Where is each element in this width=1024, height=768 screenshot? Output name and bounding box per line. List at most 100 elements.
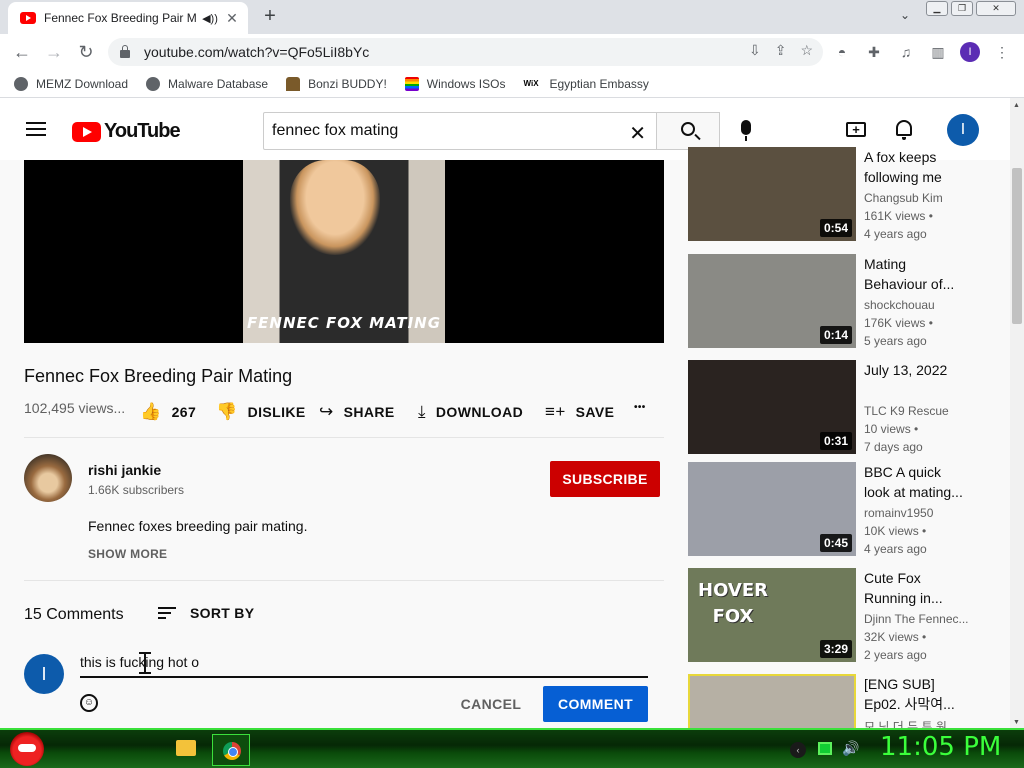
taskbar-clock[interactable]: 11:05 PM xyxy=(880,732,1001,762)
duration-badge: 0:54 xyxy=(819,219,852,237)
bookmark-memz[interactable]: MEMZ Download xyxy=(14,76,128,91)
share-page-icon[interactable]: ⇪ xyxy=(775,42,787,59)
share-label: SHARE xyxy=(343,404,395,420)
title-line: Cute Fox xyxy=(864,570,921,586)
bookmark-malware-database[interactable]: Malware Database xyxy=(146,76,268,91)
microphone-icon[interactable] xyxy=(741,120,751,141)
url-text: youtube.com/watch?v=QFo5LiI8bYc xyxy=(144,44,370,60)
title-line: following me xyxy=(864,169,942,185)
video-player[interactable]: FENNEC FOX MATING xyxy=(24,160,664,343)
browser-tab-strip: Fennec Fox Breeding Pair Ma ◀)) ✕ + ⌄ ▁ … xyxy=(0,0,1024,34)
download-button[interactable]: ⤓ DOWNLOAD xyxy=(418,402,523,422)
duration-badge: 0:45 xyxy=(819,534,852,552)
related-video-title[interactable]: [ENG SUB] Ep02. 사막여... xyxy=(864,674,974,714)
video-thumbnail[interactable]: 0:45 xyxy=(688,462,856,556)
lock-icon[interactable] xyxy=(120,45,130,58)
related-video-title[interactable]: Cute Fox Running in... xyxy=(864,568,974,608)
search-query-text: fennec fox mating xyxy=(272,122,399,139)
volume-icon[interactable]: 🔊 xyxy=(842,740,859,757)
video-thumbnail[interactable]: 0:31 xyxy=(688,360,856,454)
related-video-title[interactable]: Mating Behaviour of... xyxy=(864,254,974,294)
related-video-title[interactable]: A fox keeps following me xyxy=(864,147,974,187)
related-video-item[interactable]: 0:45 BBC A quick look at mating... romainv1… xyxy=(688,462,988,558)
related-video-age: 4 years ago xyxy=(864,542,927,556)
video-description: Fennec foxes breeding pair mating. xyxy=(88,518,308,534)
new-tab-button[interactable]: + xyxy=(258,4,282,28)
more-actions-icon[interactable]: ••• xyxy=(634,402,646,413)
extensions-puzzle-icon[interactable]: ✚ xyxy=(864,42,884,62)
browser-menu-icon[interactable]: ⋮ xyxy=(992,42,1012,62)
forward-arrow-icon[interactable]: → xyxy=(42,40,66,64)
extension-flag-icon[interactable]: ◓ xyxy=(832,42,852,62)
video-thumbnail[interactable]: 0:54 xyxy=(688,147,856,241)
clear-search-icon[interactable]: ✕ xyxy=(629,121,646,146)
related-video-item[interactable]: 0:31 July 13, 2022 TLC K9 Rescue 10 views •… xyxy=(688,360,988,456)
emoji-icon[interactable]: ☺ xyxy=(80,694,98,712)
create-video-icon[interactable]: + xyxy=(846,122,866,137)
video-thumbnail[interactable]: HOVER FOX 3:29 xyxy=(688,568,856,662)
browser-profile-avatar[interactable]: I xyxy=(960,42,980,62)
notifications-bell-icon[interactable] xyxy=(896,120,912,140)
page-scrollbar[interactable]: ▲ ▼ xyxy=(1010,98,1024,730)
wix-icon: WiX xyxy=(523,78,539,88)
view-count[interactable]: 102,495 views... xyxy=(24,400,125,416)
media-control-icon[interactable]: ♫ xyxy=(896,42,916,62)
reload-icon[interactable]: ↻ xyxy=(74,40,98,64)
subscribe-button[interactable]: SUBSCRIBE xyxy=(550,461,660,497)
network-icon[interactable] xyxy=(818,742,832,755)
search-button[interactable] xyxy=(656,112,720,150)
related-video-title[interactable]: July 13, 2022 xyxy=(864,360,974,380)
close-tab-icon[interactable]: ✕ xyxy=(224,10,240,27)
sort-by-button[interactable]: SORT BY xyxy=(158,605,254,621)
related-video-item[interactable]: HOVER FOX 3:29 Cute Fox Running in... Djinn T… xyxy=(688,568,988,664)
comment-input[interactable]: this is fucking hot o xyxy=(80,654,648,678)
related-video-title[interactable]: BBC A quick look at mating... xyxy=(864,462,974,502)
file-explorer-icon[interactable] xyxy=(176,740,196,756)
video-thumbnail[interactable]: 0:14 xyxy=(688,254,856,348)
minimize-button[interactable]: ▁ xyxy=(926,1,948,16)
restore-button[interactable]: ❐ xyxy=(951,1,973,16)
bookmark-bonzi-buddy[interactable]: Bonzi BUDDY! xyxy=(286,76,387,91)
related-video-views: 161K views • xyxy=(864,209,933,223)
dislike-button[interactable]: 👎 DISLIKE xyxy=(216,402,306,422)
like-button[interactable]: 👍 267 xyxy=(140,402,196,422)
address-bar[interactable]: youtube.com/watch?v=QFo5LiI8bYc ⇩ ⇪ ☆ xyxy=(108,38,823,66)
show-more-button[interactable]: SHOW MORE xyxy=(88,547,167,561)
speaker-icon[interactable]: ◀)) xyxy=(202,12,218,25)
scrollbar-thumb[interactable] xyxy=(1012,168,1022,324)
related-video-item[interactable]: 0:14 Mating Behaviour of... shockchouau 176K… xyxy=(688,254,988,350)
account-avatar[interactable]: I xyxy=(947,114,979,146)
comment-submit-button[interactable]: COMMENT xyxy=(543,686,648,722)
browser-tab-youtube[interactable]: Fennec Fox Breeding Pair Ma ◀)) ✕ xyxy=(8,2,248,34)
tab-title: Fennec Fox Breeding Pair Ma xyxy=(44,11,196,25)
divider xyxy=(24,580,664,581)
install-app-icon[interactable]: ⇩ xyxy=(749,42,761,59)
video-title: Fennec Fox Breeding Pair Mating xyxy=(24,366,293,386)
save-button[interactable]: ≡+ SAVE xyxy=(545,402,614,422)
channel-avatar[interactable] xyxy=(24,454,72,502)
title-line: BBC A quick xyxy=(864,464,942,480)
youtube-logo[interactable]: YouTube xyxy=(72,120,181,143)
chrome-taskbar-button[interactable] xyxy=(212,734,250,766)
menu-hamburger-icon[interactable] xyxy=(26,122,46,136)
bookmark-star-icon[interactable]: ☆ xyxy=(800,42,813,59)
channel-name[interactable]: rishi jankie xyxy=(88,462,161,478)
cancel-button[interactable]: CANCEL xyxy=(452,686,530,722)
title-line: Behaviour of... xyxy=(864,276,955,292)
share-button[interactable]: ↪ SHARE xyxy=(319,402,395,422)
scroll-down-icon[interactable]: ▼ xyxy=(1013,719,1020,726)
related-video-item[interactable]: 0:54 A fox keeps following me Changsub Kim 1… xyxy=(688,147,988,243)
bookmark-egyptian-embassy[interactable]: WiX Egyptian Embassy xyxy=(523,77,648,91)
back-arrow-icon[interactable]: ← xyxy=(10,40,34,64)
duration-badge: 3:29 xyxy=(819,640,852,658)
side-panel-icon[interactable]: ▥ xyxy=(928,42,948,62)
tray-overflow-icon[interactable]: ‹ xyxy=(790,742,806,758)
title-line: July 13, 2022 xyxy=(864,362,948,378)
start-button-bird-icon[interactable] xyxy=(10,732,44,766)
window-close-button[interactable]: ✕ xyxy=(976,1,1016,16)
scroll-up-icon[interactable]: ▲ xyxy=(1013,102,1020,109)
tab-search-chevron-icon[interactable]: ⌄ xyxy=(896,8,914,26)
related-video-age: 5 years ago xyxy=(864,334,927,348)
bookmark-windows-isos[interactable]: Windows ISOs xyxy=(404,76,505,91)
search-input[interactable]: fennec fox mating ✕ xyxy=(263,112,657,150)
